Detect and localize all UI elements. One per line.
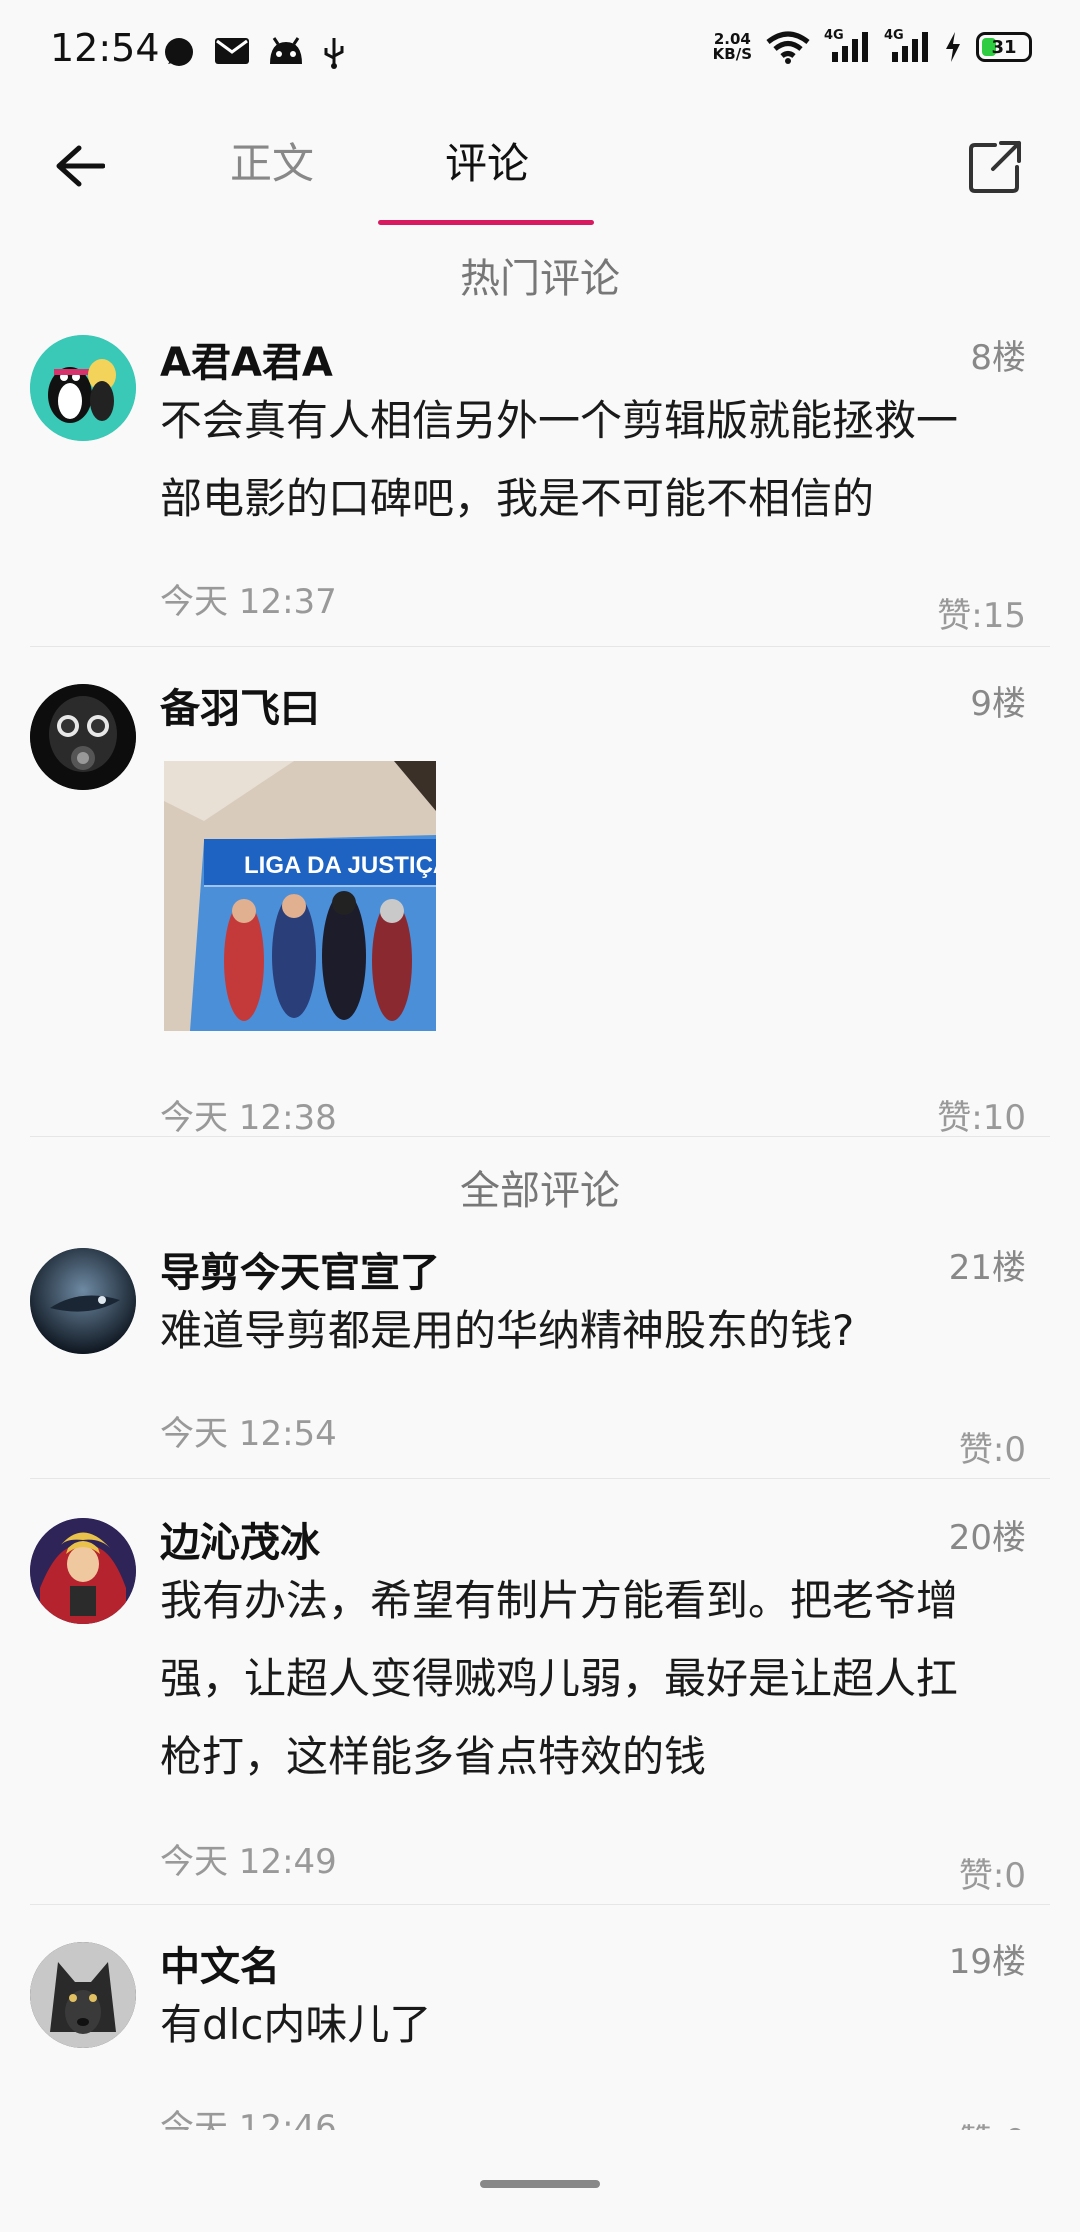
status-bar: 12:54 2.04 KB/S 4G 4G 31 — [0, 0, 1080, 108]
android-bot-icon — [270, 37, 302, 64]
whale-avatar-icon — [30, 1248, 136, 1354]
like-count[interactable]: 赞:10 — [937, 1090, 1026, 1139]
usb-icon — [324, 38, 344, 69]
comment-content-line: 难道导剪都是用的华纳精神股东的钱? — [160, 1306, 855, 1355]
like-count[interactable]: 赞:0 — [959, 1422, 1026, 1471]
like-count[interactable]: 赞:0 — [959, 2114, 1026, 2130]
wolf-avatar-icon — [30, 1942, 136, 2048]
comment-item[interactable]: 边沁茂冰 20楼 我有办法，希望有制片方能看到。把老爷增 强，让超人变得贼鸡儿弱… — [0, 1510, 1080, 1904]
share-button[interactable] — [962, 134, 1028, 200]
all-comments-title: 全部评论 — [460, 1168, 620, 1214]
external-link-icon — [969, 141, 1021, 193]
comment-floor: 20楼 — [948, 1518, 1026, 1558]
comment-username[interactable]: A君A君A — [160, 330, 333, 388]
arrow-left-icon — [56, 145, 105, 187]
top-nav: 正文 评论 — [0, 108, 1080, 228]
comment-floor: 9楼 — [970, 684, 1026, 724]
comment-content-line: 部电影的口碑吧，我是不可能不相信的 — [160, 474, 875, 523]
comment-time: 今天 12:49 — [160, 1842, 337, 1882]
battery-level: 31 — [991, 36, 1017, 58]
comment-username[interactable]: 中文名 — [160, 1934, 280, 1992]
signal-2: 4G — [884, 28, 930, 64]
image-caption-text: LIGA DA JUSTIÇA — [244, 852, 436, 879]
comment-image[interactable]: LIGA DA JUSTIÇA — [164, 761, 436, 1031]
comment-item[interactable]: 备羽飞曰 9楼 LIGA DA JUSTIÇA 今天 12:38 赞:10 — [0, 676, 1080, 1139]
comment-username[interactable]: 边沁茂冰 — [160, 1510, 320, 1568]
charging-icon — [946, 32, 960, 62]
penguin-avatar-icon — [30, 335, 136, 441]
network-speed: 2.04 KB/S — [713, 32, 752, 62]
bluray-box-photo: LIGA DA JUSTIÇA — [164, 761, 436, 1031]
wifi-icon — [766, 31, 810, 64]
mail-icon — [215, 38, 249, 64]
avatar[interactable] — [30, 684, 136, 790]
anime-character-avatar-icon — [30, 1518, 136, 1624]
comment-item[interactable]: 中文名 19楼 有dlc内味儿了 今天 12:46 赞:0 — [0, 1934, 1080, 2130]
comment-item[interactable]: 导剪今天官宣了 21楼 难道导剪都是用的华纳精神股东的钱? 今天 12:54 赞… — [0, 1240, 1080, 1478]
network-speed-unit: KB/S — [712, 45, 752, 63]
like-count[interactable]: 赞:0 — [959, 1848, 1026, 1897]
divider — [30, 1136, 1050, 1137]
signal-1: 4G — [824, 28, 870, 64]
signal-bars-icon — [832, 32, 868, 62]
notification-icons — [162, 36, 346, 70]
status-right-icons: 2.04 KB/S 4G 4G 31 — [713, 28, 1032, 64]
comment-time: 今天 12:46 — [160, 2108, 337, 2130]
signal-bars-icon — [892, 32, 928, 62]
divider — [30, 1478, 1050, 1479]
comment-content-line: 不会真有人相信另外一个剪辑版就能拯救一 — [160, 396, 959, 445]
active-tab-indicator — [378, 220, 594, 225]
comment-content: 不会真有人相信另外一个剪辑版就能拯救一 部电影的口碑吧，我是不可能不相信的 — [160, 382, 1030, 538]
avatar[interactable] — [30, 1518, 136, 1624]
hot-comments-title: 热门评论 — [460, 256, 620, 302]
avatar[interactable] — [30, 1942, 136, 2048]
comment-time: 今天 12:54 — [160, 1414, 337, 1454]
avatar[interactable] — [30, 1248, 136, 1354]
comment-content: 有dlc内味儿了 — [160, 1986, 1030, 2064]
gas-mask-avatar-icon — [30, 684, 136, 790]
comment-content-line: 枪打，这样能多省点特效的钱 — [160, 1732, 707, 1781]
divider — [30, 1904, 1050, 1905]
comment-content: 难道导剪都是用的华纳精神股东的钱? — [160, 1292, 1030, 1370]
battery-indicator: 31 — [976, 32, 1032, 62]
chat-bubble-icon — [165, 38, 193, 66]
comment-floor: 21楼 — [948, 1248, 1026, 1288]
back-button[interactable] — [44, 130, 116, 202]
comment-username[interactable]: 备羽飞曰 — [160, 676, 320, 734]
comment-time: 今天 12:37 — [160, 582, 337, 622]
comment-floor: 8楼 — [970, 338, 1026, 378]
comment-content-line: 强，让超人变得贼鸡儿弱，最好是让超人扛 — [160, 1654, 959, 1703]
tab-comments[interactable]: 评论 — [445, 130, 529, 191]
status-time: 12:54 — [50, 26, 160, 70]
comment-content: 我有办法，希望有制片方能看到。把老爷增 强，让超人变得贼鸡儿弱，最好是让超人扛 … — [160, 1562, 1030, 1796]
comment-username[interactable]: 导剪今天官宣了 — [160, 1240, 440, 1298]
comment-floor: 19楼 — [948, 1942, 1026, 1982]
comment-item[interactable]: A君A君A 8楼 不会真有人相信另外一个剪辑版就能拯救一 部电影的口碑吧，我是不… — [0, 330, 1080, 646]
like-count[interactable]: 赞:15 — [937, 588, 1026, 637]
home-indicator[interactable] — [480, 2180, 600, 2188]
comment-content-line: 我有办法，希望有制片方能看到。把老爷增 — [160, 1576, 959, 1625]
comments-screen: 12:54 2.04 KB/S 4G 4G 31 正文 评论 热门评论 A君A君… — [0, 0, 1080, 2232]
tab-article[interactable]: 正文 — [230, 130, 314, 191]
avatar[interactable] — [30, 335, 136, 441]
comment-time: 今天 12:38 — [160, 1098, 337, 1138]
divider — [30, 646, 1050, 647]
comment-content-line: 有dlc内味儿了 — [160, 2000, 432, 2049]
